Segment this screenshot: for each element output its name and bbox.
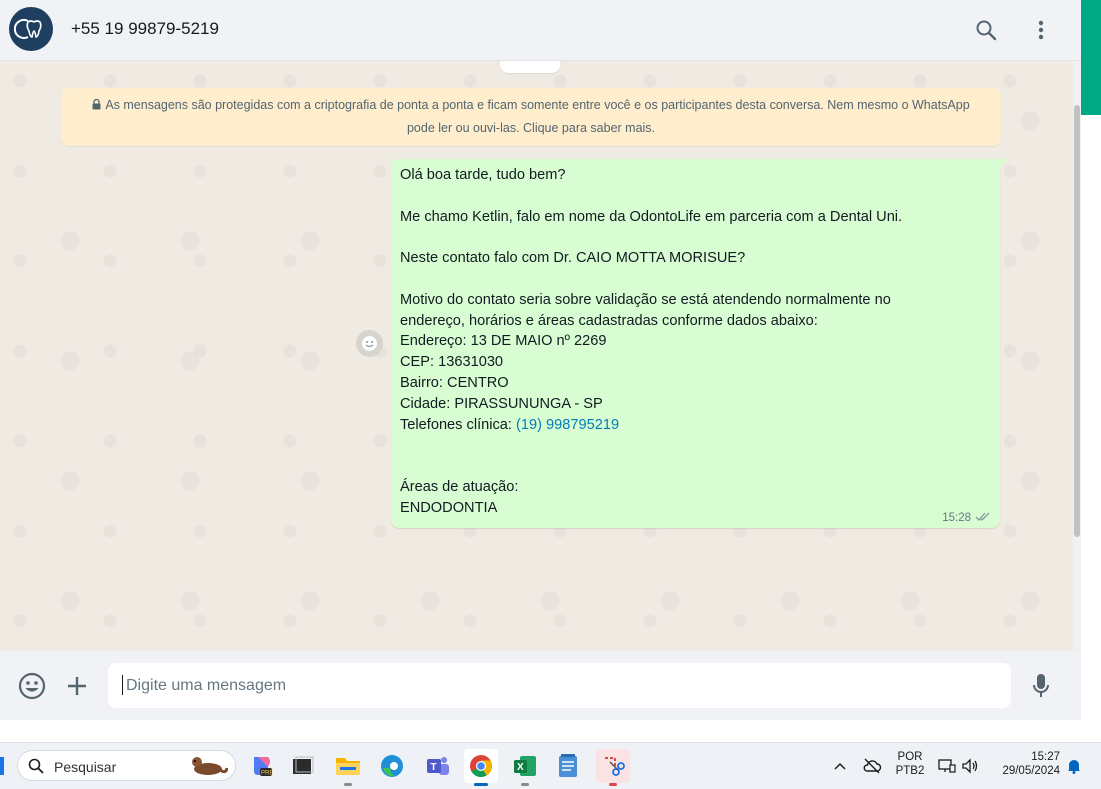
file-explorer-icon[interactable] (331, 749, 365, 786)
emoji-icon[interactable] (16, 670, 48, 702)
language-indicator[interactable]: POR PTB2 (894, 751, 926, 777)
clock[interactable]: 15:27 29/05/2024 (994, 751, 1060, 777)
message-line (400, 435, 991, 456)
encryption-notice[interactable]: As mensagens são protegidas com a cripto… (61, 88, 1001, 146)
message-line: Olá boa tarde, tudo bem? (400, 167, 566, 183)
notepad-icon[interactable] (551, 749, 585, 783)
display-network-icon[interactable] (936, 749, 958, 783)
message-line: ENDODONTIA (400, 499, 498, 516)
window-side-strip (1081, 115, 1101, 720)
search-placeholder: Pesquisar (54, 759, 117, 775)
window-accent-strip (1081, 0, 1101, 115)
window-bottom-edge (0, 720, 1101, 742)
language-bottom: PTB2 (895, 765, 925, 777)
notification-bell-icon[interactable] (1064, 749, 1084, 783)
otter-icon (188, 754, 229, 783)
svg-text:PRE: PRE (261, 771, 273, 777)
contact-avatar[interactable] (9, 7, 53, 51)
phone-label: Telefones clínica: (400, 416, 517, 433)
language-top: POR (897, 751, 923, 763)
message-line: Me chamo Ketlin, falo em nome da OdontoL… (400, 208, 903, 225)
excel-icon[interactable]: X (508, 749, 542, 786)
double-check-icon (975, 511, 992, 525)
search-icon[interactable] (972, 16, 1000, 44)
message-line (400, 269, 991, 290)
app-running-indicator (521, 783, 529, 786)
message-input[interactable] (108, 663, 1011, 708)
chevron-up-icon[interactable] (829, 749, 851, 783)
chat-scrollbar[interactable] (1073, 61, 1081, 651)
clock-time: 15:27 (1031, 751, 1060, 763)
cloud-offline-icon[interactable] (860, 749, 884, 783)
copilot-icon[interactable]: PRE (244, 749, 278, 783)
message-line (400, 227, 991, 248)
volume-icon[interactable] (959, 749, 981, 783)
app-running-indicator (344, 783, 352, 786)
chat-scrollbar-thumb[interactable] (1074, 105, 1080, 537)
lock-icon (92, 95, 101, 117)
search-icon (28, 758, 44, 779)
plus-icon[interactable] (61, 670, 93, 702)
snipping-tool-icon[interactable] (596, 749, 630, 786)
app-running-indicator (609, 783, 617, 786)
app-active-indicator (474, 783, 488, 786)
outgoing-message[interactable]: Olá boa tarde, tudo bem? Me chamo Ketlin… (391, 159, 1008, 528)
microphone-icon[interactable] (1025, 670, 1057, 702)
encryption-notice-text: As mensagens são protegidas com a cripto… (105, 98, 970, 135)
message-line: Neste contato falo com Dr. CAIO MOTTA MO… (400, 250, 746, 267)
message-composer (0, 651, 1081, 720)
message-line-phone: Telefones clínica: (19) 998795219 (400, 415, 991, 436)
chrome-icon[interactable] (464, 749, 498, 786)
dental-logo-icon (14, 19, 42, 39)
contact-name[interactable]: +55 19 99879-5219 (71, 19, 219, 39)
chat-header: +55 19 99879-5219 (0, 0, 1081, 61)
message-line (400, 186, 991, 207)
terminal-icon[interactable] (286, 749, 320, 783)
message-line: Áreas de atuação: (400, 478, 519, 495)
reaction-emoji-icon[interactable] (356, 330, 383, 357)
chat-area: As mensagens são protegidas com a cripto… (0, 61, 1081, 651)
clock-date: 29/05/2024 (1002, 765, 1060, 777)
message-line: endereço, horários e áreas cadastradas c… (400, 312, 818, 329)
message-line: Cidade: PIRASSUNUNGA - SP (400, 395, 603, 412)
text-caret (122, 675, 123, 695)
svg-text:X: X (517, 762, 524, 773)
message-meta: 15:28 (942, 511, 992, 525)
message-line: Bairro: CENTRO (400, 374, 509, 391)
date-chip (500, 61, 560, 73)
teams-icon[interactable]: T (421, 749, 455, 783)
message-line: CEP: 13631030 (400, 354, 504, 371)
start-button-edge[interactable] (0, 757, 4, 775)
windows-taskbar: Pesquisar PRE T X POR PTB2 15:27 29/05/2… (0, 742, 1101, 789)
phone-link[interactable]: (19) 998795219 (516, 417, 619, 433)
message-line: Endereço: 13 DE MAIO nº 2269 (400, 333, 607, 350)
message-line: Motivo do contato seria sobre validação … (400, 291, 891, 308)
message-time: 15:28 (942, 512, 971, 524)
svg-text:T: T (431, 762, 437, 773)
edge-icon[interactable] (375, 749, 409, 783)
taskbar-search[interactable]: Pesquisar (17, 750, 236, 781)
bubble-tail (998, 159, 1008, 169)
message-line (400, 456, 991, 477)
menu-dots-icon[interactable] (1027, 16, 1055, 44)
